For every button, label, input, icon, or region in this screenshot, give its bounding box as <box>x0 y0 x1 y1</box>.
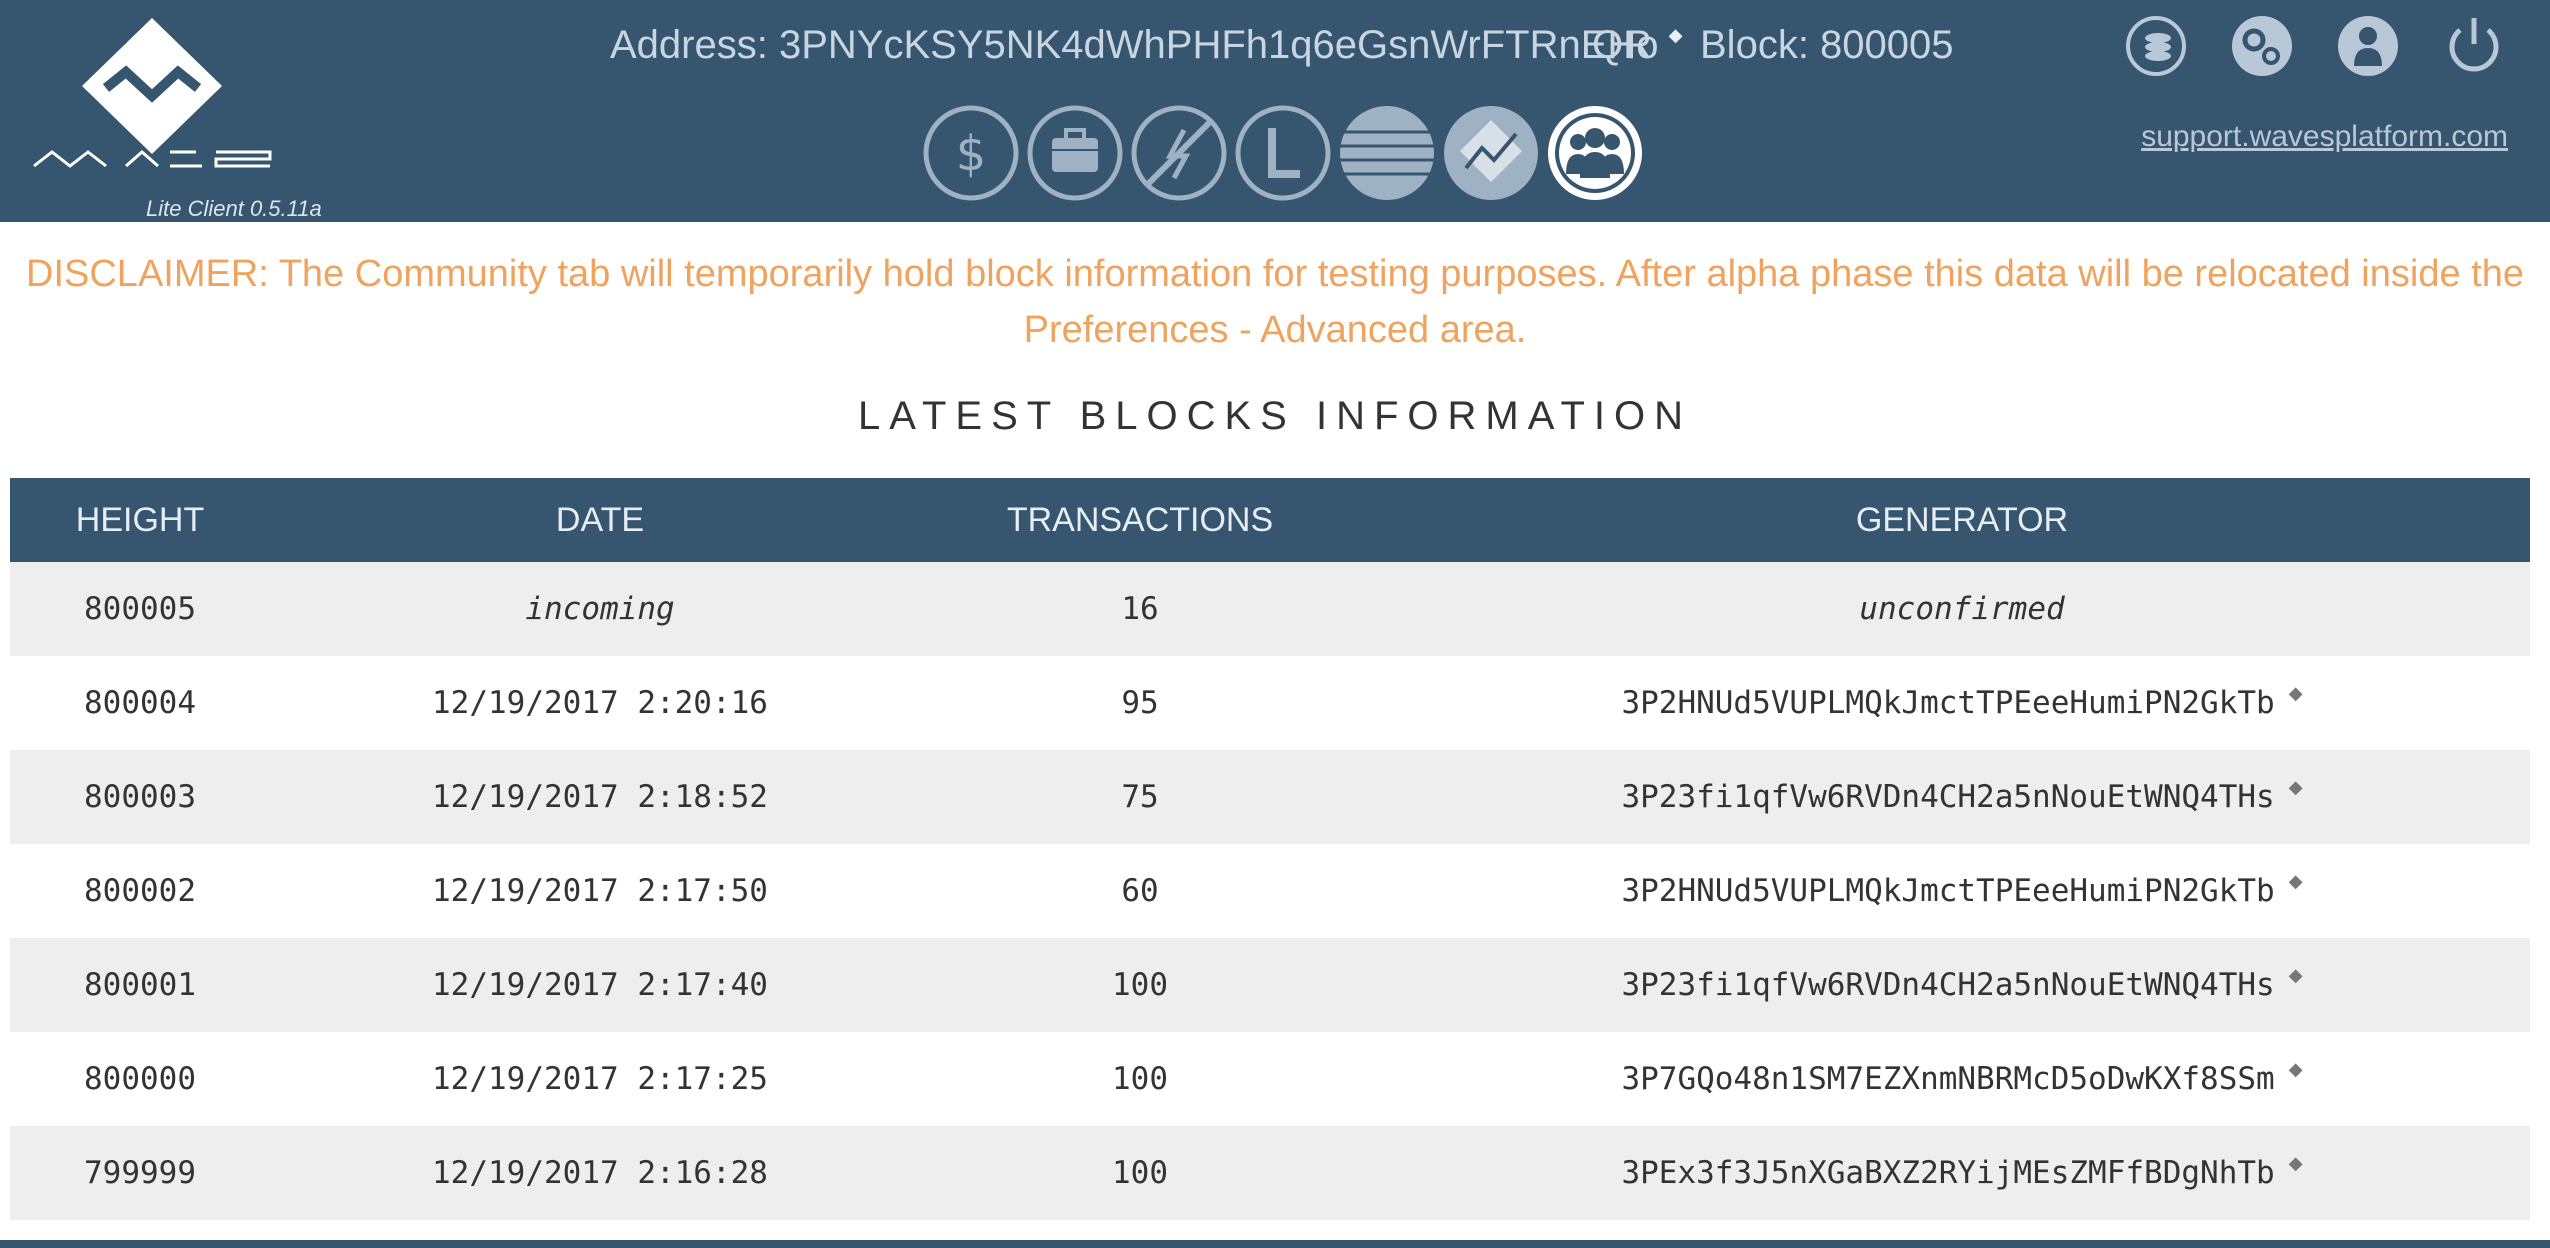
copy-generator-icon[interactable]: ◆ <box>2289 777 2303 798</box>
cell-date: 12/19/2017 2:17:40 <box>432 967 768 1003</box>
cell-date: 12/19/2017 2:20:16 <box>432 685 768 721</box>
top-right-icons <box>2124 14 2506 78</box>
leasing-coins-icon[interactable] <box>2124 14 2188 78</box>
cell-transactions: 75 <box>1121 779 1159 815</box>
generator-address[interactable]: 3P23fi1qfVw6RVDn4CH2a5nNouEtWNQ4THs <box>1621 779 2274 815</box>
table-row: 800005 incoming 16 unconfirmed <box>10 562 2530 656</box>
settings-gears-icon[interactable] <box>2230 14 2294 78</box>
tab-exchange-icon[interactable] <box>1130 104 1228 202</box>
copy-address-icon[interactable]: ◆ <box>1669 25 1683 45</box>
cell-date: 12/19/2017 2:17:50 <box>432 873 768 909</box>
logo-diamond <box>82 18 222 154</box>
table-row: 800004 12/19/2017 2:20:16 95 3P2HNUd5VUP… <box>10 656 2530 750</box>
svg-text:$: $ <box>956 126 987 182</box>
waves-logo: Lite Client 0.5.11a <box>30 16 322 221</box>
tab-portfolio-briefcase-icon[interactable] <box>1026 104 1124 202</box>
main-tabs: $ <box>922 104 1644 202</box>
section-title: LATEST BLOCKS INFORMATION <box>858 394 1692 438</box>
tab-history-icon[interactable] <box>1338 104 1436 202</box>
table-row: 800000 12/19/2017 2:17:25 100 3P7GQo48n1… <box>10 1032 2530 1126</box>
cell-generator: 3P23fi1qfVw6RVDn4CH2a5nNouEtWNQ4THs ◆ <box>1312 777 2550 815</box>
cell-generator: 3P2HNUd5VUPLMQkJmctTPEeeHumiPN2GkTb ◆ <box>1312 871 2550 909</box>
tab-leasing-icon[interactable] <box>1234 104 1332 202</box>
cell-transactions: 60 <box>1121 873 1159 909</box>
table-row: 800001 12/19/2017 2:17:40 100 3P23fi1qfV… <box>10 938 2530 1032</box>
column-header-generator: GENERATOR <box>1855 500 2069 539</box>
blocks-table: HEIGHT DATE TRANSACTIONS GENERATOR 80000… <box>10 478 2530 1220</box>
cell-date: 12/19/2017 2:17:25 <box>432 1061 768 1097</box>
tab-community-icon[interactable] <box>1546 104 1644 202</box>
generator-address[interactable]: 3PEx3f3J5nXGaBXZ2RYijMEsZMFfBDgNhTb <box>1621 1155 2274 1191</box>
cell-date: 12/19/2017 2:18:52 <box>432 779 768 815</box>
client-version: Lite Client 0.5.11a <box>146 196 322 221</box>
column-header-date: DATE <box>555 500 645 539</box>
cell-generator: 3PEx3f3J5nXGaBXZ2RYijMEsZMFfBDgNhTb ◆ <box>1312 1153 2550 1191</box>
tab-dex-icon[interactable] <box>1442 104 1540 202</box>
table-row: 799999 12/19/2017 2:16:28 100 3PEx3f3J5n… <box>10 1126 2530 1220</box>
tab-wallet-dollar-icon[interactable]: $ <box>922 104 1020 202</box>
copy-generator-icon[interactable]: ◆ <box>2289 683 2303 704</box>
top-header: Lite Client 0.5.11a Address: 3PNYcKSY5NK… <box>0 0 2550 222</box>
cell-date: 12/19/2017 2:16:28 <box>432 1155 768 1191</box>
column-header-transactions: TRANSACTIONS <box>1006 500 1274 539</box>
cell-transactions: 95 <box>1121 685 1159 721</box>
account-person-icon[interactable] <box>2336 14 2400 78</box>
copy-generator-icon[interactable]: ◆ <box>2289 1059 2303 1080</box>
cell-generator: 3P23fi1qfVw6RVDn4CH2a5nNouEtWNQ4THs ◆ <box>1312 965 2550 1003</box>
generator-address[interactable]: 3P7GQo48n1SM7EZXnmNBRMcD5oDwKXf8SSm <box>1621 1061 2274 1097</box>
generator-address[interactable]: 3P23fi1qfVw6RVDn4CH2a5nNouEtWNQ4THs <box>1621 967 2274 1003</box>
copy-generator-icon[interactable]: ◆ <box>2289 871 2303 892</box>
table-row: 800002 12/19/2017 2:17:50 60 3P2HNUd5VUP… <box>10 844 2530 938</box>
power-icon[interactable] <box>2442 14 2506 78</box>
cell-generator: 3P7GQo48n1SM7EZXnmNBRMcD5oDwKXf8SSm ◆ <box>1312 1059 2550 1097</box>
copy-generator-icon[interactable]: ◆ <box>2289 1153 2303 1174</box>
address-display: Address: 3PNYcKSY5NK4dWhPHFh1q6eGsnWrFTR… <box>610 20 1682 70</box>
cell-generator: 3P2HNUd5VUPLMQkJmctTPEeeHumiPN2GkTb ◆ <box>1312 683 2550 721</box>
support-link[interactable]: support.wavesplatform.com <box>2141 120 2508 154</box>
cell-generator: unconfirmed <box>1312 591 2550 627</box>
cell-date: incoming <box>525 591 675 627</box>
cell-transactions: 100 <box>1112 1061 1168 1097</box>
generator-address[interactable]: 3P2HNUd5VUPLMQkJmctTPEeeHumiPN2GkTb <box>1621 685 2274 721</box>
table-header: HEIGHT DATE TRANSACTIONS GENERATOR <box>10 478 2530 562</box>
table-row: 800003 12/19/2017 2:18:52 75 3P23fi1qfVw… <box>10 750 2530 844</box>
disclaimer-text: DISCLAIMER: The Community tab will tempo… <box>26 253 2524 351</box>
cell-transactions: 100 <box>1112 1155 1168 1191</box>
qr-button[interactable]: QR <box>1592 20 1652 70</box>
address-text: Address: 3PNYcKSY5NK4dWhPHFh1q6eGsnWrFTR… <box>610 23 1659 67</box>
generator-address[interactable]: 3P2HNUd5VUPLMQkJmctTPEeeHumiPN2GkTb <box>1621 873 2274 909</box>
cell-transactions: 16 <box>1121 591 1159 627</box>
block-height: Block: 800005 <box>1700 23 1954 67</box>
table-body: 800005 incoming 16 unconfirmed 800004 12… <box>10 562 2530 1220</box>
copy-generator-icon[interactable]: ◆ <box>2289 965 2303 986</box>
generator-address: unconfirmed <box>1859 591 2065 627</box>
cell-transactions: 100 <box>1112 967 1168 1003</box>
bottom-footer-bar <box>0 1240 2550 1248</box>
